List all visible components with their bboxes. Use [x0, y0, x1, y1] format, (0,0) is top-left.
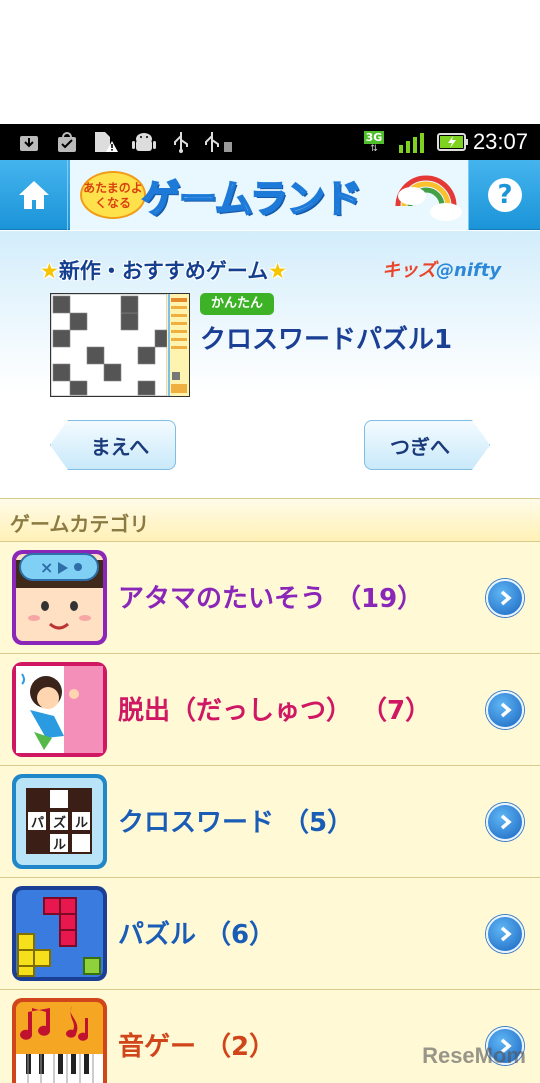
next-button[interactable]: つぎへ: [364, 420, 490, 470]
chevron-right-icon[interactable]: [486, 691, 524, 729]
svg-text:ズ: ズ: [53, 815, 66, 831]
category-label-crossword: クロスワード （5）: [118, 808, 354, 838]
category-label-escape: 脱出（だっしゅつ） （7）: [118, 696, 432, 726]
category-item-escape[interactable]: 脱出（だっしゅつ） （7）: [0, 654, 540, 766]
puzzle-icon: [12, 886, 107, 981]
help-button[interactable]: ?: [468, 160, 540, 230]
svg-text:パ: パ: [31, 816, 44, 831]
category-item-music-game[interactable]: 音ゲー （2）: [0, 990, 540, 1083]
featured-game-thumbnail[interactable]: [50, 293, 190, 397]
star-right-icon: ★: [268, 259, 288, 283]
featured-section: ★新作・おすすめゲーム★ キッズ@nifty かんたん クロスワードパズル1 ま…: [0, 231, 540, 498]
download-icon: [16, 130, 42, 154]
home-button[interactable]: [0, 160, 68, 230]
svg-text:ル: ル: [53, 838, 66, 853]
category-label-puzzle: パズル （6）: [118, 920, 276, 950]
kids-nifty-logo[interactable]: キッズ@nifty: [382, 256, 501, 282]
brain-exercise-icon: ×: [12, 550, 107, 645]
category-item-crossword[interactable]: パ ズ ル ル クロスワード （5）: [0, 766, 540, 878]
featured-heading-text: 新作・おすすめゲーム: [58, 259, 269, 283]
android-debug-icon: [130, 130, 158, 154]
brand-at: @: [436, 260, 454, 281]
sim-warning-icon: [92, 130, 120, 154]
brand-nifty: nifty: [454, 260, 502, 281]
svg-text:ル: ル: [75, 816, 88, 831]
crossword-icon: パ ズ ル ル: [12, 774, 107, 869]
watermark: ReseMom: [422, 1043, 526, 1068]
network-3g-icon: 3G ⇅: [363, 130, 385, 154]
app-logo: あたまのよくなる ゲームランド: [70, 160, 468, 230]
category-label-music-game: 音ゲー （2）: [118, 1032, 276, 1062]
battery-charging-icon: [436, 130, 470, 154]
music-game-icon: [12, 998, 107, 1083]
chevron-right-icon[interactable]: [486, 803, 524, 841]
category-item-brain-exercise[interactable]: × アタマのたいそう （19）: [0, 542, 540, 654]
app-header: あたまのよくなる ゲームランド ?: [0, 160, 540, 230]
featured-heading: ★新作・おすすめゲーム★: [40, 255, 287, 285]
usb-icon: [170, 130, 192, 154]
escape-icon: [12, 662, 107, 757]
difficulty-badge: かんたん: [200, 293, 274, 315]
status-bar: 3G ⇅ 23:07: [0, 124, 540, 160]
category-header: ゲームカテゴリ: [0, 498, 540, 542]
rainbow-cloud-icon: [395, 175, 462, 221]
featured-game-title[interactable]: クロスワードパズル1: [200, 319, 452, 356]
status-time: 23:07: [472, 129, 528, 154]
category-item-puzzle[interactable]: パズル （6）: [0, 878, 540, 990]
bag-check-icon: [54, 130, 80, 154]
chevron-right-icon[interactable]: [486, 579, 524, 617]
svg-text:×: ×: [40, 558, 53, 577]
logo-subtitle: あたまのよくなる: [80, 171, 146, 219]
next-button-label: つぎへ: [390, 434, 450, 459]
top-blank-area: [0, 0, 540, 124]
star-left-icon: ★: [40, 259, 59, 283]
help-symbol: ?: [497, 180, 513, 210]
category-list: × アタマのたいそう （19） 脱出（だっしゅつ） （7） パ ズ ル ル クロ…: [0, 542, 540, 1083]
chevron-right-icon[interactable]: [486, 915, 524, 953]
brand-kids: キッズ: [382, 260, 436, 281]
category-label-brain-exercise: アタマのたいそう （19）: [118, 584, 424, 614]
usb-storage-icon: [202, 130, 234, 154]
prev-button-label: まえへ: [90, 434, 150, 459]
home-icon: [18, 181, 49, 209]
logo-title: ゲームランド: [141, 176, 363, 222]
signal-icon: [396, 130, 426, 154]
category-heading: ゲームカテゴリ: [10, 512, 150, 536]
prev-button[interactable]: まえへ: [50, 420, 176, 470]
